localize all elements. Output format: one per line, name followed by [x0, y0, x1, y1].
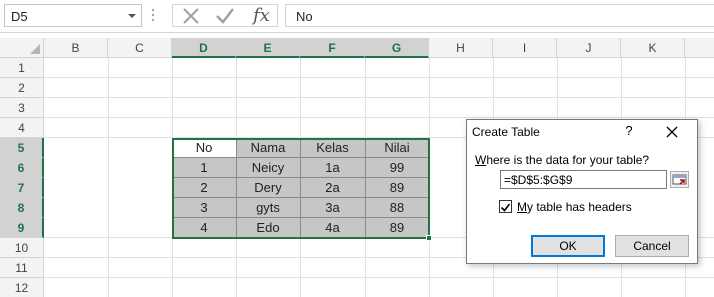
cell-f8[interactable]: 3a — [300, 198, 365, 218]
cell-e9[interactable]: Edo — [236, 218, 300, 238]
row-header-4[interactable]: 4 — [0, 118, 44, 138]
column-header-l[interactable] — [685, 38, 714, 58]
column-header-d[interactable]: D — [172, 38, 236, 58]
table-border — [236, 138, 237, 238]
cell-g6[interactable]: 99 — [365, 158, 429, 178]
gridline — [429, 58, 430, 297]
column-header-k[interactable]: K — [621, 38, 685, 58]
cell-g8[interactable]: 88 — [365, 198, 429, 218]
row-header-3[interactable]: 3 — [0, 98, 44, 118]
more-options-icon — [152, 9, 154, 21]
cell-d9[interactable]: 4 — [172, 218, 236, 238]
range-prompt-text: here is the data for your table? — [486, 153, 650, 167]
cell-f9[interactable]: 4a — [300, 218, 365, 238]
create-table-dialog: Create Table ? Where is the data for you… — [466, 119, 698, 264]
help-button[interactable]: ? — [622, 123, 636, 138]
dialog-title: Create Table — [472, 125, 540, 139]
cell-e5[interactable]: Nama — [236, 138, 300, 158]
row-header-1[interactable]: 1 — [0, 58, 44, 78]
has-headers-text: y table has headers — [527, 200, 632, 214]
gridline — [44, 117, 714, 118]
row-header-8[interactable]: 8 — [0, 198, 44, 218]
column-header-i[interactable]: I — [493, 38, 557, 58]
row-header-7[interactable]: 7 — [0, 178, 44, 198]
column-header-g[interactable]: G — [365, 38, 429, 58]
ok-button[interactable]: OK — [531, 235, 605, 257]
cell-f5[interactable]: Kelas — [300, 138, 365, 158]
formula-bar: D5 fx No — [0, 0, 714, 33]
table-border — [300, 138, 301, 238]
formula-input[interactable]: No — [285, 4, 714, 27]
gridline — [44, 277, 714, 278]
cell-d6[interactable]: 1 — [172, 158, 236, 178]
cell-d8[interactable]: 3 — [172, 198, 236, 218]
column-header-c[interactable]: C — [108, 38, 172, 58]
cell-d7[interactable]: 2 — [172, 178, 236, 198]
formula-value: No — [296, 9, 313, 24]
cell-e6[interactable]: Neicy — [236, 158, 300, 178]
cell-e7[interactable]: Dery — [236, 178, 300, 198]
column-header-h[interactable]: H — [429, 38, 493, 58]
cancel-x-icon[interactable] — [179, 7, 203, 25]
chevron-down-icon[interactable] — [127, 11, 137, 21]
column-header-j[interactable]: J — [557, 38, 621, 58]
cell-f7[interactable]: 2a — [300, 178, 365, 198]
gridline — [108, 58, 109, 297]
range-prompt-accel: W — [475, 153, 487, 167]
formula-buttons: fx — [172, 4, 278, 27]
gridline — [44, 97, 714, 98]
row-header-10[interactable]: 10 — [0, 238, 44, 258]
row-header-2[interactable]: 2 — [0, 78, 44, 98]
name-box-value: D5 — [11, 9, 28, 24]
range-input[interactable]: =$D$5:$G$9 — [500, 170, 667, 189]
has-headers-accel: M — [517, 200, 527, 214]
collapse-dialog-button[interactable] — [670, 171, 689, 188]
name-box[interactable]: D5 — [4, 4, 142, 27]
cell-g7[interactable]: 89 — [365, 178, 429, 198]
table-border — [365, 138, 366, 238]
fill-handle[interactable] — [426, 235, 432, 241]
column-header-e[interactable]: E — [236, 38, 300, 58]
insert-function-icon[interactable]: fx — [253, 5, 270, 26]
range-input-value: =$D$5:$G$9 — [504, 173, 573, 187]
column-header-b[interactable]: B — [44, 38, 108, 58]
row-header-12[interactable]: 12 — [0, 278, 44, 297]
range-prompt-label: Where is the data for your table? — [475, 153, 649, 167]
row-header-5[interactable]: 5 — [0, 138, 44, 158]
row-header-11[interactable]: 11 — [0, 258, 44, 278]
has-headers-checkbox[interactable] — [499, 200, 512, 213]
row-header-9[interactable]: 9 — [0, 218, 44, 238]
cell-g5[interactable]: Nilai — [365, 138, 429, 158]
range-select-icon — [672, 174, 687, 185]
gridline — [44, 77, 714, 78]
select-all-corner[interactable] — [0, 38, 44, 58]
has-headers-label[interactable]: My table has headers — [517, 200, 632, 214]
checkmark-icon — [500, 203, 511, 212]
close-icon[interactable] — [664, 124, 680, 140]
enter-check-icon[interactable] — [213, 7, 237, 25]
column-header-f[interactable]: F — [300, 38, 365, 58]
cell-d5[interactable]: No — [172, 138, 236, 158]
cell-f6[interactable]: 1a — [300, 158, 365, 178]
cell-g9[interactable]: 89 — [365, 218, 429, 238]
cell-e8[interactable]: gyts — [236, 198, 300, 218]
row-header-6[interactable]: 6 — [0, 158, 44, 178]
cancel-button[interactable]: Cancel — [615, 235, 689, 257]
